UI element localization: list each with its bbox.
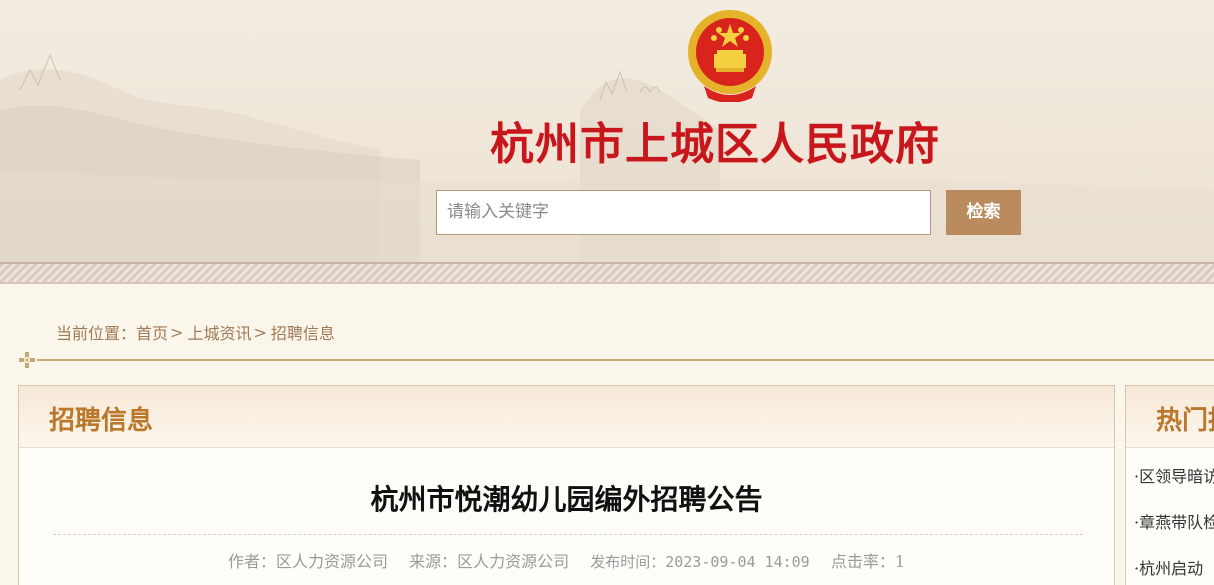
breadcrumb-home[interactable]: 首页 — [136, 320, 168, 344]
article-meta: 作者：区人力资源公司 来源：区人力资源公司 发布时间：2023-09-04 14… — [19, 548, 1114, 572]
section-title: 招聘信息 — [49, 406, 154, 436]
section-divider — [17, 350, 1214, 370]
meta-publish-time: 发布时间：2023-09-04 14:09 — [590, 553, 810, 571]
side-panel-header: 热门推荐 — [1126, 386, 1214, 448]
search-input[interactable]: 请输入关键字 — [436, 190, 931, 235]
list-item[interactable]: ·区领导暗访 — [1126, 464, 1214, 510]
breadcrumb-prefix: 当前位置： — [56, 324, 137, 343]
article-title-rule — [53, 534, 1083, 535]
side-list: ·区领导暗访 ·章燕带队检查 ·杭州启动 — [1126, 448, 1214, 585]
divider-line — [37, 359, 1214, 361]
breadcrumb-separator: > — [170, 322, 184, 342]
article-panel: 招聘信息 杭州市悦潮幼儿园编外招聘公告 作者：区人力资源公司 来源：区人力资源公… — [18, 385, 1115, 585]
meta-clicks: 点击率：1 — [830, 552, 905, 571]
search-button[interactable]: 检索 — [946, 190, 1021, 235]
breadcrumb-news[interactable]: 上城资讯 — [187, 320, 251, 344]
list-item[interactable]: ·杭州启动 — [1126, 556, 1214, 585]
site-title: 杭州市上城区人民政府 — [490, 119, 940, 170]
article-title: 杭州市悦潮幼儿园编外招聘公告 — [370, 483, 763, 516]
ornament-icon — [19, 352, 35, 368]
header-decorative-border — [0, 262, 1214, 284]
meta-author: 作者：区人力资源公司 — [228, 552, 389, 571]
meta-source: 来源：区人力资源公司 — [409, 552, 570, 571]
breadcrumb-separator: > — [253, 322, 267, 342]
side-panel-title: 热门推荐 — [1156, 406, 1214, 436]
panel-header: 招聘信息 — [19, 386, 1114, 448]
breadcrumb: 当前位置： 首页 > 上城资讯 > 招聘信息 — [56, 320, 335, 344]
list-item[interactable]: ·章燕带队检查 — [1126, 510, 1214, 556]
breadcrumb-recruitment[interactable]: 招聘信息 — [271, 320, 335, 344]
hot-recommend-panel: 热门推荐 ·区领导暗访 ·章燕带队检查 ·杭州启动 — [1125, 385, 1214, 585]
search-placeholder: 请输入关键字 — [447, 202, 549, 222]
site-header: 杭州市上城区人民政府 请输入关键字 检索 — [0, 0, 1214, 266]
national-emblem-icon — [688, 10, 772, 102]
